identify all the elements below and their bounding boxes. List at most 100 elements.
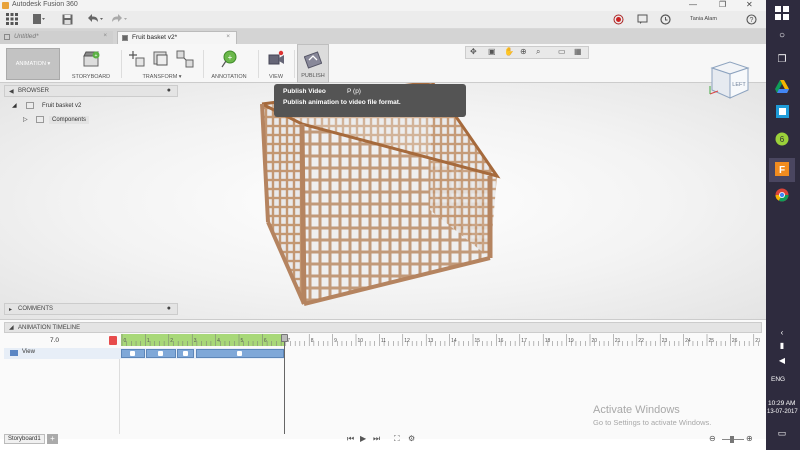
windows-taskbar: ○ ❐ 6 F ‹ ▮ ◀ ENG 10:29 AM 13-07-2017 ▭ (766, 0, 800, 450)
tab-fruit-basket[interactable]: Fruit basket v2* × (117, 31, 237, 44)
camera-clip[interactable] (146, 349, 176, 358)
notifications-icon[interactable]: ▭ (773, 428, 791, 439)
ruler-tick-label: 23 (662, 338, 668, 344)
tooltip-title: Publish Video (283, 88, 326, 95)
view-group[interactable]: VIEW (261, 44, 291, 83)
play-icon[interactable]: ▶ (360, 434, 366, 443)
restore-button[interactable]: ❐ (719, 0, 726, 9)
task-view-icon[interactable]: ❐ (773, 54, 791, 65)
document-icon (4, 34, 10, 40)
panel-pin-icon[interactable]: ● (167, 87, 171, 94)
display-settings-icon[interactable]: ▭ (558, 47, 566, 56)
grid-settings-icon[interactable]: ▦ (574, 47, 582, 56)
zoom-icon[interactable]: ⊕ (520, 47, 527, 56)
workspace-switcher[interactable]: ANIMATION ▾ (6, 48, 60, 80)
transform-group[interactable]: TRANSFORM ▾ (124, 44, 200, 83)
zoom-in-icon[interactable]: ⊕ (746, 434, 753, 443)
ruler-tick-label: 6 (264, 338, 267, 344)
undo-icon[interactable] (86, 13, 104, 28)
minimize-button[interactable]: — (689, 0, 697, 9)
expand-icon[interactable]: ◢ (12, 102, 17, 109)
chat-icon[interactable] (637, 14, 648, 28)
chevron-left-icon[interactable]: ‹ (773, 328, 791, 337)
redo-icon[interactable] (110, 13, 128, 28)
app-icon[interactable]: 6 (773, 132, 791, 149)
drive-app-icon[interactable] (773, 80, 791, 96)
fit-icon[interactable]: ⌕ (536, 47, 540, 57)
delete-keyframe-icon[interactable] (109, 336, 117, 345)
app-title: Autodesk Fusion 360 (12, 1, 78, 8)
clock-date[interactable]: 13-07-2017 (767, 409, 798, 415)
viewcube[interactable]: LEFT (708, 58, 752, 106)
fit-timeline-icon[interactable]: ⛶ (394, 434, 400, 444)
annotation-label: ANNOTATION (211, 74, 247, 80)
close-tab-icon[interactable]: × (226, 33, 230, 40)
ruler-tick-label: 27 (755, 338, 760, 344)
collapse-icon[interactable]: ▸ (9, 306, 12, 313)
collapse-icon[interactable]: ◢ (9, 324, 14, 331)
store-app-icon[interactable] (773, 105, 791, 121)
current-time-field[interactable]: 7.0 (50, 337, 59, 344)
timeline-footer: Storyboard1 + ⏮ ▶ ⏭ ⛶ ⚙ ⊖ ⊕ (0, 432, 766, 449)
playhead[interactable] (284, 334, 285, 434)
ruler-tick-label: 24 (685, 338, 691, 344)
storyboard-tab[interactable]: Storyboard1 (4, 434, 45, 444)
comments-panel-header[interactable]: ▸ COMMENTS ● (4, 303, 178, 315)
camera-clip[interactable] (196, 349, 284, 358)
basket-model[interactable] (0, 83, 766, 319)
camera-clip[interactable] (121, 349, 145, 358)
tab-label: Untitled* (14, 33, 39, 40)
cortana-icon[interactable]: ○ (773, 30, 791, 41)
component-icon (26, 102, 34, 109)
timeline-track-list (4, 348, 120, 434)
add-storyboard-button[interactable]: + (47, 434, 58, 444)
help-icon[interactable]: ? (746, 14, 757, 28)
expand-icon[interactable]: ▷ (23, 116, 28, 123)
orbit-icon[interactable]: ✥ (470, 47, 477, 56)
chrome-icon[interactable] (773, 188, 791, 205)
browser-root-item[interactable]: Fruit basket v2 (42, 103, 81, 109)
browser-components-item[interactable]: Components (49, 116, 90, 124)
save-icon[interactable] (62, 14, 73, 28)
app-grid-icon[interactable] (6, 13, 18, 28)
job-status-icon[interactable] (660, 14, 671, 28)
storyboard-group[interactable]: + STORYBOARD (64, 44, 118, 83)
timeline-header[interactable]: ◢ ANIMATION TIMELINE (4, 322, 762, 333)
playhead-handle[interactable] (281, 334, 288, 342)
zoom-out-icon[interactable]: ⊖ (709, 434, 716, 443)
panel-pin-icon[interactable]: ● (167, 305, 171, 312)
toolbar-divider (258, 50, 259, 78)
clock-time[interactable]: 10:29 AM (768, 400, 795, 407)
file-menu-icon[interactable] (32, 13, 46, 28)
collapse-icon[interactable]: ◀ (9, 88, 14, 95)
move-components-icon (129, 51, 145, 67)
network-icon[interactable]: ▮ (773, 341, 791, 350)
3d-viewport[interactable]: ◀ BROWSER ● ◢ Fruit basket v2 ▷ Componen… (0, 83, 766, 319)
fusion-taskbar-icon[interactable]: F (769, 158, 795, 182)
camera-clip[interactable] (177, 349, 194, 358)
close-button[interactable]: ✕ (746, 0, 753, 9)
new-storyboard-icon: + (83, 51, 100, 67)
start-icon[interactable] (773, 6, 791, 23)
ruler-tick-label: 26 (732, 338, 738, 344)
pan-icon[interactable]: ✋ (504, 47, 514, 56)
timeline-ruler[interactable]: 0 1 2 3 4 5 6 7 8 9 10 11 12 13 14 15 16 17 18 19 20 21 22 23 24… (120, 334, 760, 346)
look-at-icon[interactable]: ▣ (488, 47, 496, 56)
volume-icon[interactable]: ◀ (773, 356, 791, 365)
camera-icon (158, 351, 163, 356)
language-indicator[interactable]: ENG (771, 376, 785, 383)
document-icon (122, 35, 128, 41)
zoom-slider-thumb[interactable] (730, 436, 734, 443)
user-name[interactable]: Tania Alam (690, 16, 717, 22)
skip-forward-icon[interactable]: ⏭ (373, 434, 380, 444)
annotation-group[interactable]: + ANNOTATION (206, 44, 252, 83)
navigation-toolbar: ✥ ▣ ✋ ⊕ ⌕ ▭ ▦ (465, 46, 589, 59)
skip-back-icon[interactable]: ⏮ (347, 434, 354, 444)
tab-untitled[interactable]: Untitled* × (0, 31, 113, 44)
browser-panel-header[interactable]: ◀ BROWSER ● (4, 85, 178, 97)
close-tab-icon[interactable]: × (103, 32, 107, 39)
publish-group[interactable]: PUBLISH (297, 44, 329, 83)
toolbar-divider (294, 50, 295, 78)
timeline-settings-icon[interactable]: ⚙ (408, 434, 415, 443)
record-icon[interactable] (613, 14, 624, 28)
